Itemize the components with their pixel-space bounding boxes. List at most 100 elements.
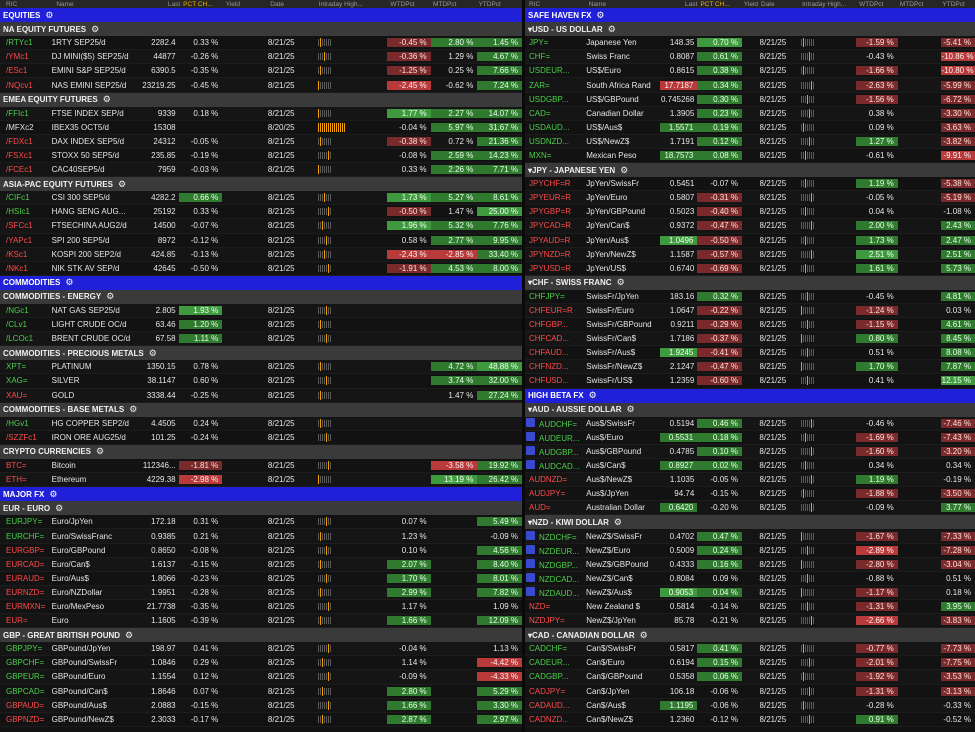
ric-code[interactable]: ETH= — [0, 475, 52, 484]
ric-code[interactable]: /CIFc1 — [0, 193, 52, 202]
col-header-last[interactable]: Last — [141, 1, 183, 8]
ric-code[interactable]: /FSXc1 — [0, 151, 52, 160]
ric-code[interactable]: /LCOc1 — [0, 334, 52, 343]
ric-code[interactable]: /MFXc2 — [0, 123, 52, 132]
quote-row[interactable]: JPYGBP=R JpYen/GBPound 0.5023 -0.40 % 8/21/2… — [525, 205, 975, 220]
quote-row[interactable]: CADEUR... Can$/Euro 0.6194 0.15 % 8/21/25 -2.… — [525, 656, 975, 671]
section-header[interactable]: EUR - EURO ⚙ — [0, 501, 522, 516]
quote-row[interactable]: AUDCHF= Aus$/SwissFr 0.5194 0.46 % 8/21/25 -0… — [525, 416, 975, 431]
ric-code[interactable]: NZDGBP... — [539, 561, 578, 570]
ric-code[interactable]: JPYAUD=R — [525, 236, 586, 245]
ric-cell[interactable]: AUDCHF= — [525, 417, 586, 429]
ric-code[interactable]: CHFUSD... — [525, 376, 586, 385]
ric-code[interactable]: AUDCHF= — [539, 420, 577, 429]
quote-row[interactable]: /CIFc1 CSI 300 SEP5/d 4282.2 0.66 % 8/21/25 1… — [0, 191, 522, 206]
section-header[interactable]: ▾ CHF - SWISS FRANC ⚙ — [525, 275, 975, 290]
ric-code[interactable]: CADNZD... — [525, 715, 586, 724]
quote-row[interactable]: JPYNZD=R JpYen/NewZ$ 1.1587 -0.57 % 8/21/25 2… — [525, 247, 975, 262]
ric-code[interactable]: /HSIc1 — [0, 207, 52, 216]
ric-code[interactable]: NZDAUD... — [539, 589, 579, 598]
ric-code[interactable]: /CLv1 — [0, 320, 52, 329]
quote-row[interactable]: CHFAUD... SwissFr/Aus$ 1.9245 -0.41 % 8/21/2… — [525, 346, 975, 361]
ric-code[interactable]: EURJPY= — [0, 517, 52, 526]
quote-row[interactable]: AUD= Australian Dollar 0.6420 -0.20 % 8/21/2… — [525, 501, 975, 516]
ric-code[interactable]: CHFGBP... — [525, 320, 586, 329]
quote-row[interactable]: NZDEUR... NewZ$/Euro 0.5009 0.24 % 8/21/25 -2… — [525, 544, 975, 558]
ric-cell[interactable]: AUDGBP... — [525, 445, 586, 457]
ric-cell[interactable]: NZDGBP... — [525, 558, 586, 570]
ric-code[interactable]: JPYGBP=R — [525, 207, 586, 216]
ric-code[interactable]: EURMXN= — [0, 602, 52, 611]
quote-row[interactable]: EURCAD= Euro/Can$ 1.6137 -0.15 % 8/21/25 2.07… — [0, 557, 522, 572]
quote-row[interactable]: EURGBP= Euro/GBPound 0.8650 -0.08 % 8/21/25 0… — [0, 544, 522, 558]
col-header-wtd[interactable]: WTDPct — [859, 1, 900, 8]
ric-code[interactable]: ZAR= — [525, 81, 586, 90]
ric-code[interactable]: EURCHF= — [0, 532, 52, 541]
section-header[interactable]: COMMODITIES - ENERGY ⚙ — [0, 289, 522, 304]
ric-code[interactable]: CADJPY= — [525, 687, 586, 696]
ric-code[interactable]: CADAUD... — [525, 701, 586, 710]
ric-code[interactable]: CHFEUR=R — [525, 306, 586, 315]
quote-row[interactable]: NZDAUD... NewZ$/Aus$ 0.9053 0.04 % 8/21/25 -1… — [525, 585, 975, 600]
quote-row[interactable]: JPY= Japanese Yen 148.35 0.70 % 8/21/25 -1.59… — [525, 36, 975, 51]
gear-icon[interactable]: ⚙ — [608, 24, 616, 35]
quote-row[interactable]: AUDGBP... Aus$/GBPound 0.4785 0.10 % 8/21/25… — [525, 444, 975, 459]
ric-code[interactable]: MXN= — [525, 151, 586, 160]
gear-icon[interactable]: ⚙ — [118, 179, 126, 190]
quote-row[interactable]: GBPCHF= GBPound/SwissFr 1.0846 0.29 % 8/21/2… — [0, 656, 522, 671]
quote-row[interactable]: /FCEc1 CAC40SEP5/d 7959 -0.03 % 8/21/25 0.33 … — [0, 163, 522, 178]
quote-row[interactable]: CHF= Swiss Franc 0.8087 0.61 % 8/21/25 -0.43 … — [525, 50, 975, 65]
ric-cell[interactable]: NZDCHF= — [525, 530, 586, 542]
section-header[interactable]: SAFE HAVEN FX ⚙ — [525, 8, 975, 23]
quote-row[interactable]: XAU= GOLD 3338.44 -0.25 % 8/21/25 1.47 % 27.24… — [0, 388, 522, 403]
ric-code[interactable]: EUR= — [0, 616, 52, 625]
ric-code[interactable]: CHF= — [525, 52, 586, 61]
quote-row[interactable]: CADGBP... Can$/GBPound 0.5358 0.06 % 8/21/25… — [525, 670, 975, 685]
section-header[interactable]: GBP - GREAT BRITISH POUND ⚙ — [0, 628, 522, 643]
ric-code[interactable]: /NQcv1 — [0, 81, 52, 90]
ric-code[interactable]: CAD= — [525, 109, 586, 118]
quote-row[interactable]: XPT= PLATINUM 1350.15 0.78 % 8/21/25 4.72 % 48… — [0, 360, 522, 375]
ric-code[interactable]: USDAUD... — [525, 123, 586, 132]
quote-row[interactable]: EURAUD= Euro/Aus$ 1.8066 -0.23 % 8/21/25 1.70… — [0, 572, 522, 586]
ric-cell[interactable]: AUDEUR... — [525, 431, 586, 443]
ric-cell[interactable]: AUDCAD... — [525, 460, 586, 471]
ric-code[interactable]: NZDCAD... — [539, 575, 579, 584]
quote-row[interactable]: /MFXc2 IBEX35 OCT5/d 15308 8/20/25 -0.04 % 5.… — [0, 121, 522, 135]
quote-row[interactable]: JPYUSD=R JpYen/US$ 0.6740 -0.69 % 8/21/25 1.6… — [525, 262, 975, 276]
col-header-ytd[interactable]: YTDPct — [478, 1, 522, 8]
quote-row[interactable]: /FDXc1 DAX INDEX SEP5/d 24312 -0.05 % 8/21/2… — [0, 134, 522, 149]
section-header[interactable]: CRYPTO CURRENCIES ⚙ — [0, 444, 522, 459]
quote-row[interactable]: XAG= SILVER 38.1147 0.60 % 8/21/25 3.74 % 32.0… — [0, 374, 522, 389]
news-flag-icon[interactable] — [526, 460, 535, 470]
ric-code[interactable]: /SFCc1 — [0, 221, 52, 230]
col-header-yield[interactable]: Yield — [744, 1, 761, 8]
ric-code[interactable]: EURGBP= — [0, 546, 52, 555]
news-flag-icon[interactable] — [526, 431, 535, 441]
quote-row[interactable]: CHFEUR=R SwissFr/Euro 1.0647 -0.22 % 8/21/25… — [525, 303, 975, 319]
col-header-intraday[interactable]: Intraday High... — [315, 1, 391, 8]
quote-row[interactable]: EURJPY= Euro/JpYen 172.18 0.31 % 8/21/25 0.07… — [0, 515, 522, 530]
col-header-ric[interactable]: RIC — [0, 1, 56, 8]
gear-icon[interactable]: ⚙ — [617, 277, 625, 288]
section-header[interactable]: NA EQUITY FUTURES ⚙ — [0, 22, 522, 37]
ric-code[interactable]: EURCAD= — [0, 560, 52, 569]
quote-row[interactable]: USDEUR... US$/Euro 0.8615 0.38 % 8/21/25 -1.6… — [525, 64, 975, 79]
ric-code[interactable]: JPY= — [525, 38, 586, 47]
ric-code[interactable]: JPYUSD=R — [525, 264, 586, 273]
section-header[interactable]: ASIA-PAC EQUITY FUTURES ⚙ — [0, 177, 522, 192]
col-header-ric[interactable]: RIC — [525, 1, 589, 8]
ric-code[interactable]: AUDEUR... — [539, 434, 579, 443]
news-flag-icon[interactable] — [526, 572, 535, 582]
ric-code[interactable]: NZDJPY= — [525, 616, 586, 625]
news-flag-icon[interactable] — [526, 445, 535, 455]
quote-row[interactable]: /HSIc1 HANG SENG AUG... 25192 0.33 % 8/21/25… — [0, 205, 522, 220]
col-header-name[interactable]: Name — [589, 1, 661, 8]
ric-code[interactable]: JPYCAD=R — [525, 221, 586, 230]
gear-icon[interactable]: ⚙ — [596, 10, 604, 21]
quote-row[interactable]: GBPCAD= GBPound/Can$ 1.8646 0.07 % 8/21/25 2.… — [0, 685, 522, 699]
quote-row[interactable]: NZDCHF= NewZ$/SwissFr 0.4702 0.47 % 8/21/25-… — [525, 529, 975, 544]
gear-icon[interactable]: ⚙ — [106, 291, 114, 302]
col-header-mtd[interactable]: MTDPct — [433, 1, 478, 8]
ric-code[interactable]: /RTYc1 — [0, 38, 52, 47]
